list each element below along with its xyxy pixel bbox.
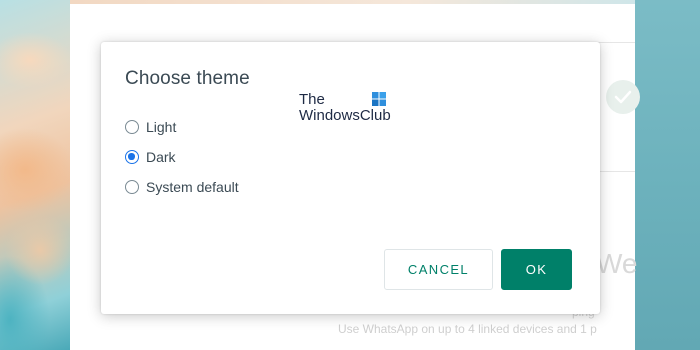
radio-button-selected[interactable]	[125, 150, 139, 164]
watermark-logo: The WindowsClub	[299, 92, 395, 124]
app-text-line: Use WhatsApp on up to 4 linked devices a…	[338, 322, 597, 336]
check-icon	[606, 80, 640, 114]
option-label: System default	[146, 179, 239, 195]
cancel-button[interactable]: CANCEL	[384, 249, 493, 290]
choose-theme-dialog: Choose theme Light Dark System default T…	[101, 42, 600, 314]
app-welcome-heading: We	[596, 248, 638, 279]
desktop-wallpaper-left	[0, 0, 70, 350]
theme-option-system-default[interactable]: System default	[125, 177, 239, 197]
watermark-text: The	[299, 91, 325, 108]
radio-button[interactable]	[125, 180, 139, 194]
desktop-wallpaper-right	[635, 0, 700, 350]
theme-option-dark[interactable]: Dark	[125, 147, 176, 167]
theme-option-light[interactable]: Light	[125, 117, 176, 137]
option-label: Dark	[146, 149, 176, 165]
radio-button[interactable]	[125, 120, 139, 134]
ok-button[interactable]: OK	[501, 249, 572, 290]
windows-logo-icon	[372, 92, 386, 106]
watermark-text: WindowsClub	[299, 107, 391, 124]
option-label: Light	[146, 119, 177, 135]
dialog-title: Choose theme	[125, 68, 250, 89]
